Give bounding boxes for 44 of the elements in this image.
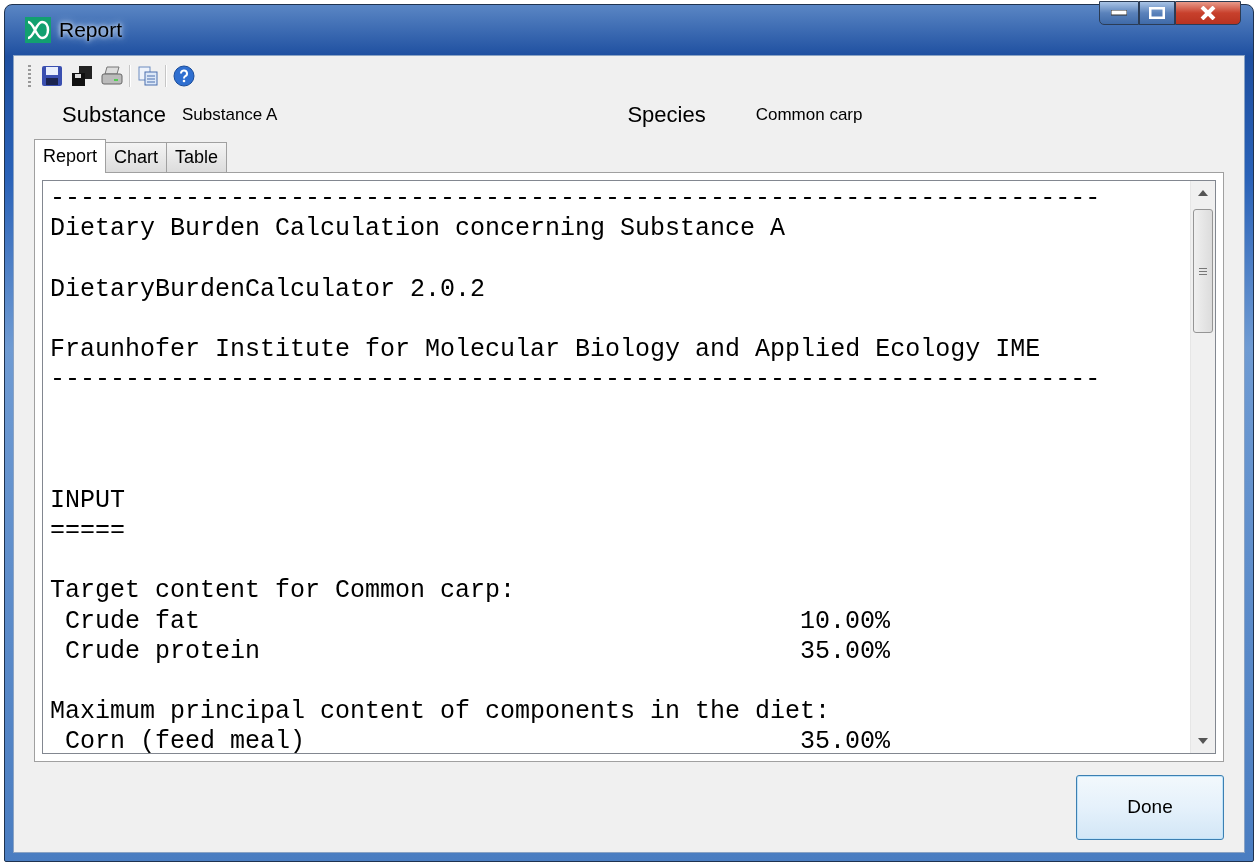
maximize-button[interactable]: [1139, 1, 1175, 25]
tab[interactable]: Report: [34, 139, 107, 173]
tab[interactable]: Chart: [105, 142, 168, 172]
tab[interactable]: Table: [166, 142, 228, 172]
app-logo-icon: [25, 17, 51, 43]
report-line: ----------------------------------------------------------------------: [50, 365, 1101, 396]
save-button[interactable]: [39, 63, 65, 89]
copy-icon: [137, 65, 159, 87]
report-line: Dietary Burden Calculation concerning Substance A: [50, 214, 786, 245]
minimize-button[interactable]: [1099, 1, 1139, 25]
floppy-disks-icon: [70, 65, 94, 87]
vertical-scrollbar[interactable]: [1190, 181, 1215, 753]
report-line: Maximum principal content of components in the diet:: [50, 697, 831, 728]
grip-lines-icon: [1199, 267, 1207, 275]
help-icon: [173, 65, 195, 87]
close-button[interactable]: [1175, 1, 1241, 25]
substance-label: Substance: [62, 102, 166, 128]
close-icon: [1200, 6, 1216, 20]
minimize-icon: [1111, 10, 1127, 16]
window-title: Report: [59, 18, 123, 42]
save-all-button[interactable]: [69, 63, 95, 89]
scroll-up-icon: [1198, 190, 1208, 196]
report-line: INPUT: [50, 485, 125, 517]
report-item-value: 35.00%: [800, 636, 891, 667]
species-label: Species: [627, 102, 706, 128]
report-line: ----------------------------------------------------------------------: [50, 184, 1101, 215]
report-item-value: 10.00%: [800, 606, 891, 637]
species-value: Common carp: [755, 105, 863, 125]
report-line: Fraunhofer Institute for Molecular Biology and Applied Ecology IME: [50, 334, 1041, 366]
report-line: Target content for Common carp:: [50, 576, 516, 607]
report-item-label: Crude protein: [65, 636, 261, 666]
report-item-label: Crude fat: [65, 606, 201, 636]
done-button[interactable]: Done: [1076, 774, 1224, 840]
report-item-label: Corn (feed meal): [65, 727, 306, 753]
report-line: DietaryBurdenCalculator 2.0.2: [50, 274, 486, 305]
printer-icon: [100, 65, 124, 87]
toolbar-grip: [28, 65, 31, 87]
report-item-value: 35.00%: [800, 727, 891, 753]
report-line: =====: [50, 516, 125, 547]
help-button[interactable]: [171, 63, 197, 89]
scrollbar-thumb[interactable]: [1193, 209, 1213, 333]
maximize-icon: [1149, 7, 1165, 19]
scroll-down-icon: [1198, 738, 1208, 744]
substance-value: Substance A: [181, 105, 278, 125]
